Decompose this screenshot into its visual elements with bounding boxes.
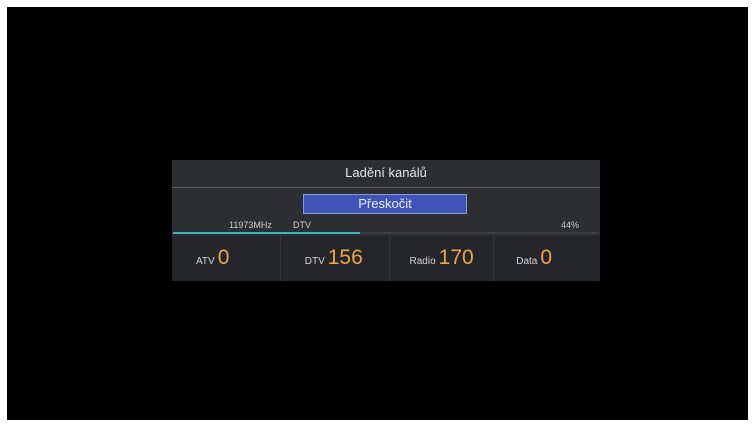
count-label: ATV (196, 256, 215, 267)
count-label: Radio (409, 256, 436, 267)
count-value: 0 (540, 246, 553, 269)
progress-percent: 44% (560, 220, 579, 230)
dialog-title: Ladění kanálů (345, 165, 427, 180)
count-label: DTV (304, 256, 325, 267)
count-value: 156 (327, 246, 363, 269)
count-value: 170 (438, 246, 474, 269)
tv-screen: Ladění kanálů Přeskočit 11973MHz DTV 44%… (7, 7, 748, 420)
skip-button[interactable]: Přeskočit (303, 194, 467, 214)
count-value: 0 (217, 246, 230, 269)
count-label: Data (516, 256, 538, 267)
count-atv: ATV 0 (172, 236, 280, 281)
frequency-readout: 11973MHz (229, 220, 272, 230)
progress-bar (173, 232, 599, 234)
channel-counts: ATV 0 DTV 156 Radio 170 Data 0 (172, 236, 600, 281)
count-radio: Radio 170 (388, 236, 494, 281)
signal-type-label: DTV (293, 220, 311, 230)
count-data: Data 0 (493, 236, 600, 281)
progress-bar-fill (173, 232, 361, 234)
count-dtv: DTV 156 (279, 236, 389, 281)
title-divider (172, 187, 600, 188)
channel-tuning-dialog: Ladění kanálů Přeskočit 11973MHz DTV 44%… (172, 160, 600, 281)
